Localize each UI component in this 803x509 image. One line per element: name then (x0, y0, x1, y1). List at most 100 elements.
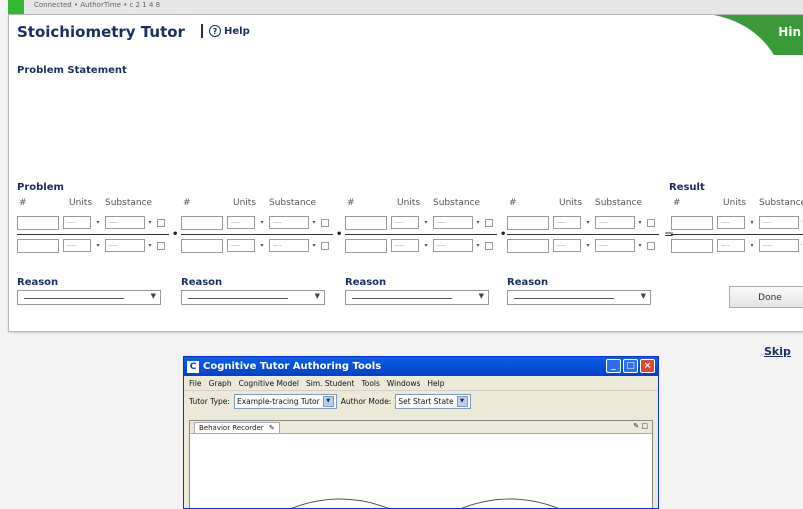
problem-statement-label: Problem Statement (17, 65, 127, 76)
substance-select[interactable]: ---- (433, 239, 473, 252)
cancel-checkbox[interactable] (485, 219, 493, 227)
denominator-number-input[interactable] (181, 239, 223, 253)
skip-link[interactable]: Skip (764, 345, 791, 358)
numerator-number-input[interactable] (507, 216, 549, 230)
chevron-down-icon[interactable]: ▾ (799, 239, 803, 252)
tutor-type-select[interactable]: Example-tracing Tutor ▼ (233, 393, 337, 409)
units-select[interactable]: ---- (227, 239, 255, 252)
units-column-header: Units (559, 198, 583, 208)
numerator-number-input[interactable] (17, 216, 59, 230)
numerator-number-input[interactable] (181, 216, 223, 230)
hint-label[interactable]: Hin (778, 25, 801, 39)
menu-cognitive-model[interactable]: Cognitive Model (239, 379, 299, 388)
numerator-number-input[interactable] (671, 216, 713, 230)
chevron-down-icon[interactable]: ▾ (747, 239, 757, 252)
tutor-type-value: Example-tracing Tutor (236, 396, 320, 406)
chevron-down-icon[interactable]: ▾ (747, 216, 757, 229)
cancel-checkbox[interactable] (157, 219, 165, 227)
substance-select[interactable]: ---- (759, 216, 799, 229)
chevron-down-icon[interactable]: ▾ (799, 216, 803, 229)
menu-graph[interactable]: Graph (209, 379, 232, 388)
denominator-number-input[interactable] (17, 239, 59, 253)
chevron-down-icon[interactable]: ▾ (309, 239, 319, 252)
number-column-header: # (673, 198, 681, 208)
substance-select[interactable]: ---- (595, 239, 635, 252)
units-select[interactable]: ---- (63, 239, 91, 252)
units-select[interactable]: ---- (227, 216, 255, 229)
chevron-down-icon[interactable]: ▾ (583, 239, 593, 252)
substance-select[interactable]: ---- (269, 216, 309, 229)
reason-select[interactable]: ▼ (345, 290, 489, 305)
menu-tools[interactable]: Tools (361, 379, 379, 388)
units-select[interactable]: ---- (63, 216, 91, 229)
units-select[interactable]: ---- (391, 216, 419, 229)
close-icon[interactable]: × (640, 359, 655, 373)
substance-select[interactable]: ---- (105, 239, 145, 252)
cancel-checkbox[interactable] (321, 242, 329, 250)
substance-select[interactable]: ---- (433, 216, 473, 229)
status-bar: Connected • AuthorTime • c 2 1 4 8 (8, 0, 803, 15)
reason-select[interactable]: ▼ (17, 290, 161, 305)
chevron-down-icon[interactable]: ▾ (309, 216, 319, 229)
cancel-checkbox[interactable] (647, 219, 655, 227)
fraction-bar (17, 234, 169, 235)
ctat-title-bar[interactable]: C Cognitive Tutor Authoring Tools _ □ × (184, 357, 658, 376)
chevron-down-icon[interactable]: ▾ (145, 239, 155, 252)
chevron-down-icon[interactable]: ▾ (93, 216, 103, 229)
fraction-bar (671, 234, 803, 235)
substance-select[interactable]: ---- (595, 216, 635, 229)
done-button[interactable]: Done (729, 286, 803, 308)
chevron-down-icon: ▼ (478, 292, 484, 300)
author-mode-label: Author Mode: (340, 396, 392, 406)
units-select[interactable]: ---- (391, 239, 419, 252)
menu-sim-student[interactable]: Sim. Student (306, 379, 354, 388)
title-divider (201, 24, 203, 38)
behavior-graph-canvas[interactable] (190, 434, 652, 509)
chevron-down-icon[interactable]: ▾ (257, 239, 267, 252)
chevron-down-icon[interactable]: ▾ (257, 216, 267, 229)
denominator-number-input[interactable] (671, 239, 713, 253)
cancel-checkbox[interactable] (647, 242, 655, 250)
units-select[interactable]: ---- (553, 216, 581, 229)
chevron-down-icon[interactable]: ▾ (421, 239, 431, 252)
ctat-toolbar: Tutor Type: Example-tracing Tutor ▼ Auth… (184, 391, 658, 411)
chevron-down-icon: ▼ (640, 292, 646, 300)
reason-select[interactable]: ▼ (181, 290, 325, 305)
units-column-header: Units (69, 198, 93, 208)
chevron-down-icon[interactable]: ▾ (583, 216, 593, 229)
minimize-icon[interactable]: _ (606, 359, 621, 373)
panel-controls-icon[interactable]: ✎ □ (633, 422, 648, 430)
menu-file[interactable]: File (189, 379, 202, 388)
reason-select[interactable]: ▼ (507, 290, 651, 305)
chevron-down-icon[interactable]: ▾ (145, 216, 155, 229)
behavior-recorder-tab-label: Behavior Recorder (199, 423, 264, 432)
menu-help[interactable]: Help (427, 379, 444, 388)
help-button[interactable]: ? Help (209, 25, 250, 37)
behavior-recorder-tab[interactable]: Behavior Recorder ✎ (194, 421, 280, 433)
substance-select[interactable]: ---- (105, 216, 145, 229)
reason-label: Reason (181, 277, 223, 288)
units-select[interactable]: ---- (717, 239, 745, 252)
chevron-down-icon[interactable]: ▾ (473, 216, 483, 229)
substance-select[interactable]: ---- (759, 239, 799, 252)
substance-select[interactable]: ---- (269, 239, 309, 252)
chevron-down-icon[interactable]: ▾ (635, 239, 645, 252)
chevron-down-icon[interactable]: ▾ (93, 239, 103, 252)
numerator-number-input[interactable] (345, 216, 387, 230)
denominator-number-input[interactable] (345, 239, 387, 253)
author-mode-select[interactable]: Set Start State ▼ (395, 393, 471, 409)
pin-icon[interactable]: ✎ (269, 424, 275, 432)
denominator-number-input[interactable] (507, 239, 549, 253)
cancel-checkbox[interactable] (485, 242, 493, 250)
cancel-checkbox[interactable] (321, 219, 329, 227)
cancel-checkbox[interactable] (157, 242, 165, 250)
maximize-icon[interactable]: □ (623, 359, 638, 373)
chevron-down-icon[interactable]: ▾ (473, 239, 483, 252)
reason-label: Reason (507, 277, 549, 288)
units-select[interactable]: ---- (553, 239, 581, 252)
menu-windows[interactable]: Windows (387, 379, 420, 388)
chevron-down-icon[interactable]: ▾ (635, 216, 645, 229)
chevron-down-icon: ▼ (150, 292, 156, 300)
chevron-down-icon[interactable]: ▾ (421, 216, 431, 229)
units-select[interactable]: ---- (717, 216, 745, 229)
